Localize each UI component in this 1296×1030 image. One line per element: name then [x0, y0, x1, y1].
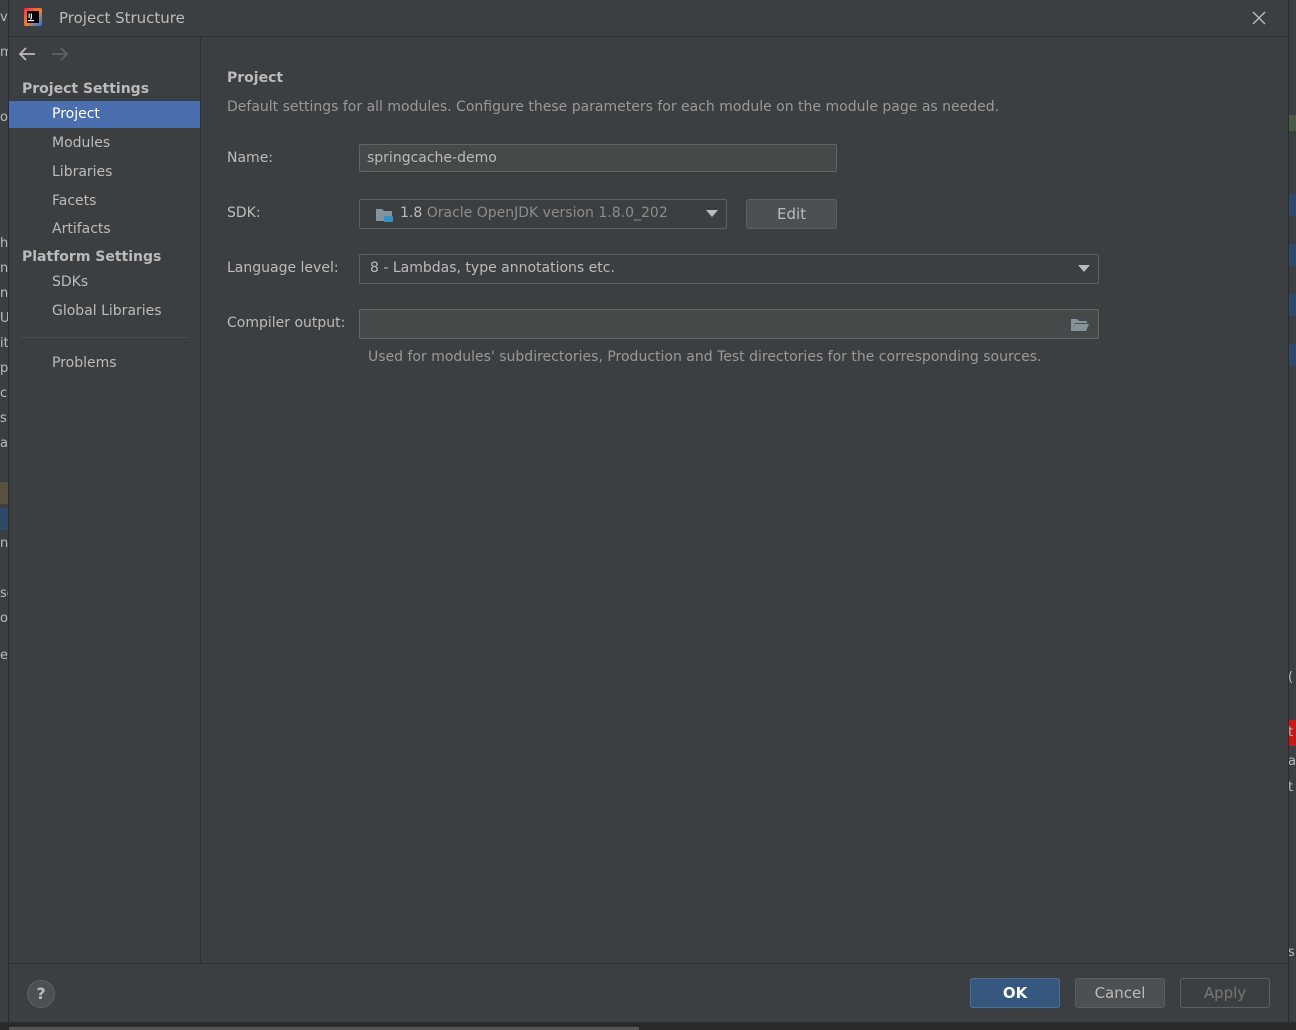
compiler-output-hint: Used for modules' subdirectories, Produc… — [368, 349, 1042, 365]
chevron-down-icon — [1078, 265, 1090, 272]
background-text: n — [0, 536, 9, 551]
name-label: Name: — [227, 150, 274, 166]
edit-sdk-button[interactable]: Edit — [746, 199, 837, 229]
background-text: t — [1288, 780, 1294, 795]
background-ide-left-strip: vi m o h nf nt U it p cl s at n sc o. e — [0, 0, 9, 1030]
ok-button[interactable]: OK — [970, 978, 1060, 1008]
background-text: p — [0, 361, 9, 376]
compiler-output-label: Compiler output: — [227, 315, 346, 331]
background-text: o — [0, 110, 8, 125]
sidebar-divider — [21, 337, 189, 338]
back-arrow-icon[interactable] — [17, 45, 37, 63]
project-structure-dialog: IJ Project Structure Project Settings Pr… — [9, 0, 1288, 1023]
background-text: s — [0, 411, 7, 426]
app-logo-icon: IJ — [24, 8, 42, 26]
sidebar-item-label: Problems — [52, 355, 117, 371]
background-text: it — [0, 336, 9, 351]
background-highlight — [1288, 244, 1296, 266]
close-icon[interactable] — [1249, 8, 1269, 28]
project-name-field[interactable]: springcache-demo — [359, 144, 837, 172]
background-text: m — [0, 45, 9, 60]
compiler-output-field[interactable] — [359, 309, 1099, 339]
settings-sidebar: Project Settings Project Modules Librari… — [9, 37, 201, 963]
page-title: Project — [227, 70, 284, 86]
project-name-value: springcache-demo — [367, 150, 497, 166]
sidebar-item-label: Facets — [52, 193, 97, 209]
dialog-footer: ? OK Cancel Apply — [9, 963, 1288, 1023]
cancel-button[interactable]: Cancel — [1075, 978, 1165, 1008]
sidebar-item-problems[interactable]: Problems — [9, 350, 200, 377]
dialog-title: Project Structure — [59, 9, 185, 27]
sidebar-item-label: Project — [52, 106, 100, 122]
language-level-dropdown[interactable]: 8 - Lambdas, type annotations etc. — [359, 254, 1099, 284]
sidebar-item-label: Global Libraries — [52, 303, 162, 319]
background-highlight — [1288, 294, 1296, 316]
browse-folder-icon[interactable] — [1070, 317, 1090, 333]
background-text: o. — [0, 611, 9, 626]
sdk-value: 1.8 Oracle OpenJDK version 1.8.0_202 — [400, 205, 668, 221]
sdk-dropdown[interactable]: 1.8 Oracle OpenJDK version 1.8.0_202 — [359, 199, 727, 229]
background-text: at — [0, 436, 9, 451]
sdk-label: SDK: — [227, 205, 261, 221]
sidebar-item-label: SDKs — [52, 274, 89, 290]
background-ide-right-strip: ( t a t s — [1288, 0, 1296, 1030]
sdk-version: 1.8 — [400, 205, 423, 221]
folder-icon — [376, 209, 393, 222]
background-highlight — [0, 482, 9, 504]
background-text: e — [0, 648, 8, 663]
project-settings-header: Project Settings — [22, 81, 150, 97]
background-text: nt — [0, 286, 9, 301]
background-text: sc — [0, 586, 9, 601]
sidebar-item-label: Modules — [52, 135, 111, 151]
language-level-value: 8 - Lambdas, type annotations etc. — [370, 260, 615, 276]
background-highlight — [1288, 194, 1296, 216]
sidebar-item-artifacts[interactable]: Artifacts — [9, 216, 200, 243]
svg-text:IJ: IJ — [28, 13, 32, 20]
page-description: Default settings for all modules. Config… — [227, 99, 1000, 115]
help-icon[interactable]: ? — [27, 980, 55, 1008]
background-text: h — [0, 236, 9, 251]
background-text: a — [1288, 754, 1296, 769]
background-highlight — [1288, 344, 1296, 366]
background-text: cl — [0, 386, 9, 401]
sidebar-item-sdks[interactable]: SDKs — [9, 269, 200, 296]
sidebar-item-facets[interactable]: Facets — [9, 188, 200, 215]
background-ide-bottom-strip — [0, 1022, 1296, 1030]
title-bar: IJ Project Structure — [9, 0, 1288, 37]
sidebar-item-libraries[interactable]: Libraries — [9, 159, 200, 186]
chevron-down-icon — [706, 210, 718, 217]
background-text: t — [1288, 725, 1294, 740]
background-text: nf — [0, 261, 9, 276]
project-settings-panel: Project Default settings for all modules… — [201, 37, 1288, 963]
language-level-label: Language level: — [227, 260, 339, 276]
sdk-name: Oracle OpenJDK version 1.8.0_202 — [426, 205, 668, 221]
forward-arrow-icon[interactable] — [50, 45, 70, 63]
background-text: ( — [1288, 670, 1294, 685]
background-highlight — [0, 508, 9, 530]
background-text: s — [1288, 945, 1295, 960]
platform-settings-header: Platform Settings — [22, 249, 162, 265]
background-text: vi — [0, 10, 9, 25]
sidebar-item-label: Libraries — [52, 164, 113, 180]
background-text: U — [0, 311, 9, 326]
sidebar-item-label: Artifacts — [52, 221, 111, 237]
apply-button[interactable]: Apply — [1180, 978, 1270, 1008]
sidebar-item-modules[interactable]: Modules — [9, 130, 200, 157]
background-highlight — [1288, 115, 1296, 131]
sidebar-item-project[interactable]: Project — [9, 101, 200, 128]
sidebar-item-global-libraries[interactable]: Global Libraries — [9, 298, 200, 325]
